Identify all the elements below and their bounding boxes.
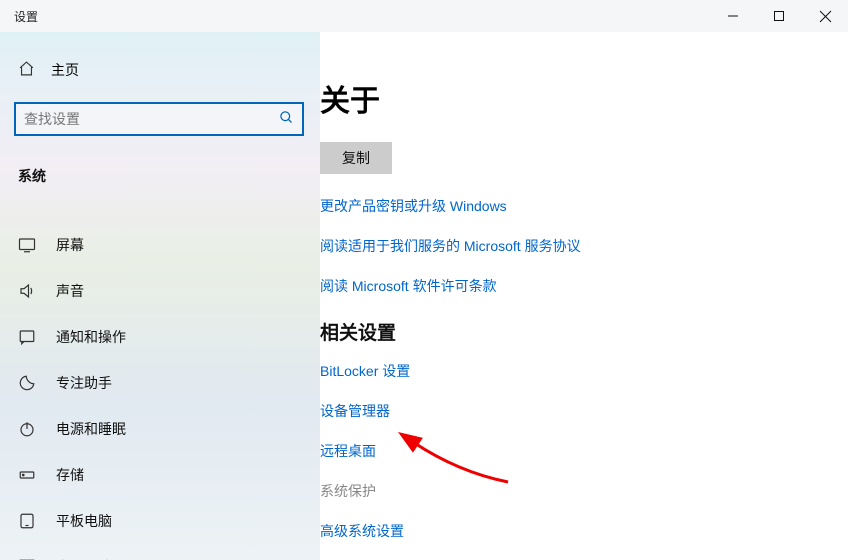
sidebar-item-label: 平板电脑 <box>56 511 112 531</box>
sound-icon <box>18 282 36 300</box>
sidebar: 主页 系统 屏幕 声音 通知和操作 <box>0 32 320 560</box>
copy-button[interactable]: 复制 <box>320 142 392 174</box>
close-button[interactable] <box>802 0 848 32</box>
sidebar-item-focus[interactable]: 专注助手 <box>14 360 310 406</box>
sidebar-item-multitask[interactable]: 多任务处理 <box>14 544 310 560</box>
content-pane: 关于 复制 更改产品密钥或升级 Windows 阅读适用于我们服务的 Micro… <box>320 32 848 560</box>
titlebar: 设置 <box>0 0 848 32</box>
window-controls <box>710 0 848 32</box>
sidebar-item-storage[interactable]: 存储 <box>14 452 310 498</box>
sidebar-item-label: 电源和睡眠 <box>56 419 126 439</box>
link-services-agreement[interactable]: 阅读适用于我们服务的 Microsoft 服务协议 <box>320 236 848 256</box>
search-icon <box>279 110 294 128</box>
sidebar-item-label: 存储 <box>56 465 84 485</box>
sidebar-section-label: 系统 <box>14 160 310 192</box>
sidebar-item-label: 通知和操作 <box>56 327 126 347</box>
search-input[interactable] <box>24 111 279 127</box>
sidebar-item-sound[interactable]: 声音 <box>14 268 310 314</box>
sidebar-item-label: 专注助手 <box>56 373 112 393</box>
display-icon <box>18 236 36 254</box>
related-heading: 相关设置 <box>320 318 848 345</box>
focus-icon <box>18 374 36 392</box>
sidebar-item-tablet[interactable]: 平板电脑 <box>14 498 310 544</box>
minimize-button[interactable] <box>710 0 756 32</box>
related-bitlocker[interactable]: BitLocker 设置 <box>320 361 848 381</box>
notifications-icon <box>18 328 36 346</box>
power-icon <box>18 420 36 438</box>
link-product-key[interactable]: 更改产品密钥或升级 Windows <box>320 196 848 216</box>
page-title: 关于 <box>320 76 848 120</box>
related-remote-desktop[interactable]: 远程桌面 <box>320 441 848 461</box>
sidebar-item-notifications[interactable]: 通知和操作 <box>14 314 310 360</box>
related-system-protection[interactable]: 系统保护 <box>320 481 848 501</box>
sidebar-item-power[interactable]: 电源和睡眠 <box>14 406 310 452</box>
sidebar-item-label: 屏幕 <box>56 235 84 255</box>
storage-icon <box>18 466 36 484</box>
sidebar-home-label: 主页 <box>51 60 79 80</box>
search-box[interactable] <box>14 102 304 136</box>
sidebar-home[interactable]: 主页 <box>14 52 310 88</box>
related-device-manager[interactable]: 设备管理器 <box>320 401 848 421</box>
sidebar-item-display[interactable]: 屏幕 <box>14 222 310 268</box>
tablet-icon <box>18 512 36 530</box>
window-title: 设置 <box>14 8 38 25</box>
maximize-button[interactable] <box>756 0 802 32</box>
home-icon <box>18 60 35 80</box>
sidebar-item-label: 声音 <box>56 281 84 301</box>
related-advanced-settings[interactable]: 高级系统设置 <box>320 521 848 541</box>
link-license-terms[interactable]: 阅读 Microsoft 软件许可条款 <box>320 276 848 296</box>
